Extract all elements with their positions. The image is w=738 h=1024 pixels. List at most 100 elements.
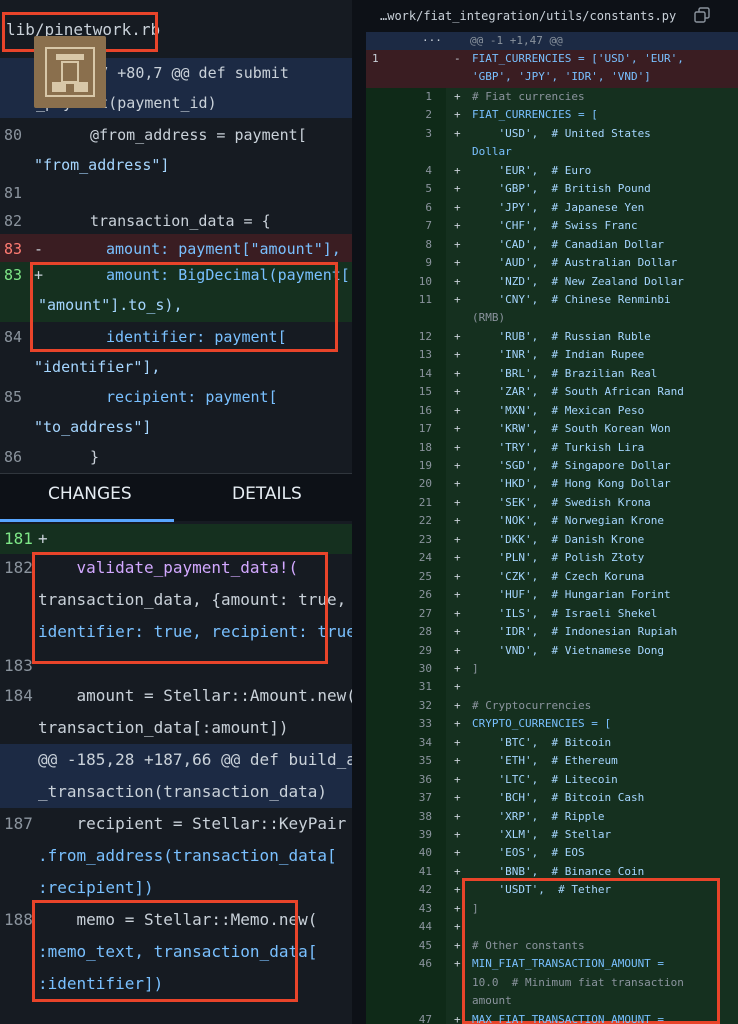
line-number: 7 [425, 219, 432, 233]
added-sign: + [454, 551, 461, 565]
file-header: …work/fiat_integration/utils/constants.p… [366, 0, 738, 32]
code-text: 'HUF', # Hungarian Forint [472, 588, 671, 602]
added-sign: + [454, 772, 461, 786]
code-line: 45 + # Other constants [366, 937, 738, 955]
changes-code-view[interactable]: 181 + 182 validate_payment_data!( transa… [0, 522, 352, 1024]
code-text: Dollar [472, 145, 512, 159]
code-line: 42 + 'USDT', # Tether [366, 881, 738, 899]
line-number: 3 [425, 126, 432, 140]
added-sign: + [454, 680, 461, 694]
code-line: "from_address"] [34, 156, 170, 174]
code-text: # Other constants [472, 938, 585, 952]
code-text: 'EOS', # EOS [472, 846, 585, 860]
added-sign: + [454, 532, 461, 546]
expand-hunk-icon[interactable]: ··· [422, 32, 442, 50]
line-number: 45 [418, 938, 432, 952]
copy-icon[interactable] [694, 7, 710, 23]
code-line: :identifier]) [38, 974, 164, 993]
code-line: 38 + 'XRP', # Ripple [366, 808, 738, 826]
added-sign: + [454, 163, 461, 177]
line-number: 17 [418, 422, 432, 436]
added-sign: + [454, 643, 461, 657]
added-sign: + [454, 735, 461, 749]
code-text: 'DKK', # Danish Krone [472, 532, 645, 546]
line-number: 23 [418, 532, 432, 546]
code-line: transaction_data[:amount]) [38, 718, 289, 737]
line-number: 30 [418, 661, 432, 675]
code-line: 34 + 'BTC', # Bitcoin [366, 734, 738, 752]
code-text: 'HKD', # Hong Kong Dollar [472, 477, 671, 491]
code-text: 'BTC', # Bitcoin [472, 735, 612, 749]
added-sign: + [454, 292, 461, 306]
added-sign: + [454, 182, 461, 196]
file-path[interactable]: …work/fiat_integration/utils/constants.p… [380, 9, 676, 23]
line-number: 18 [418, 440, 432, 454]
line-number: 29 [418, 643, 432, 657]
removed-line: 1 - FIAT_CURRENCIES = ['USD', 'EUR', 'GB… [366, 50, 738, 88]
hunk-header-text: @@ -1 +1,47 @@ [470, 34, 563, 47]
added-sign: + [454, 459, 461, 472]
code-line: "identifier"], [34, 358, 161, 376]
code-line: transaction_data, {amount: true, [38, 590, 347, 609]
code-text: 'BCH', # Bitcoin Cash [472, 791, 645, 805]
code-text: 'ILS', # Israeli Shekel [472, 606, 658, 620]
line-number: 5 [425, 182, 432, 196]
code-line: 26 + 'HUF', # Hungarian Forint [366, 586, 738, 604]
added-sign: + [454, 606, 461, 620]
code-line: 8 + 'CAD', # Canadian Dollar [366, 236, 738, 254]
code-line: :memo_text, transaction_data[ [38, 942, 318, 961]
tab-details[interactable]: DETAILS [232, 484, 302, 504]
code-line: 22 + 'NOK', # Norwegian Krone [366, 512, 738, 530]
added-sign: + [454, 256, 461, 270]
line-number: 47 [418, 1012, 432, 1024]
code-line: 81 [4, 184, 23, 202]
line-number: 28 [418, 625, 432, 639]
added-sign: + [454, 754, 461, 768]
hunk-header: ··· @@ -1 +1,47 @@ [366, 32, 738, 50]
line-number: 31 [418, 680, 432, 694]
line-number: 46 [418, 957, 432, 971]
code-line: 82 transaction_data = { [4, 212, 271, 230]
code-view-pinetwork[interactable]: lib/pinetwork.rb @@ -80,7 +80,7 @@ def s… [0, 0, 352, 473]
added-sign: + [454, 901, 461, 915]
code-line: 23 + 'DKK', # Danish Krone [366, 531, 738, 549]
code-line: 86 } [4, 448, 100, 466]
added-sign: + [454, 200, 461, 214]
code-line: 184 amount = Stellar::Amount.new( [4, 686, 352, 705]
line-number: 41 [418, 864, 432, 878]
code-line: identifier: true, recipient: true}) [38, 622, 352, 641]
tab-changes[interactable]: CHANGES [48, 484, 132, 504]
removed-line: 83 - amount: payment["amount"], [0, 234, 352, 264]
line-number: 36 [418, 772, 432, 786]
added-sign: + [454, 126, 461, 140]
code-text: 'ZAR', # South African Rand [472, 385, 684, 399]
code-line: 32 + # Cryptocurrencies [366, 697, 738, 715]
code-line: 10.0 # Minimum fiat transaction [366, 974, 738, 992]
code-line: .from_address(transaction_data[ [38, 846, 337, 865]
line-number: 43 [418, 901, 432, 915]
added-sign: + [454, 274, 461, 288]
line-number: 2 [425, 108, 432, 122]
added-sign: + [454, 348, 461, 362]
line-number: 8 [425, 237, 432, 251]
code-text: 'TRY', # Turkish Lira [472, 440, 645, 454]
line-number: 33 [418, 717, 432, 731]
line-number: 9 [425, 256, 432, 270]
line-number: 40 [418, 846, 432, 860]
code-line: 43 +] [366, 900, 738, 918]
code-line: 85 recipient: payment[ [4, 388, 278, 406]
added-sign: + [454, 495, 461, 509]
code-line: 84 identifier: payment[ [4, 328, 287, 346]
line-number: 20 [418, 477, 432, 491]
code-text: 'CZK', # Czech Koruna [472, 569, 645, 583]
code-line: 5 + 'GBP', # British Pound [366, 180, 738, 198]
code-line: 2 + FIAT_CURRENCIES = [ [366, 106, 738, 124]
code-line: 41 + 'BNB', # Binance Coin [366, 863, 738, 881]
code-line: 36 + 'LTC', # Litecoin [366, 771, 738, 789]
added-sign: + [454, 569, 461, 583]
right-pane[interactable]: …work/fiat_integration/utils/constants.p… [366, 0, 738, 1024]
code-text: 'CNY', # Chinese Renminbi [472, 292, 671, 306]
left-pane: lib/pinetwork.rb @@ -80,7 +80,7 @@ def s… [0, 0, 352, 1024]
code-line: 18 + 'TRY', # Turkish Lira [366, 439, 738, 457]
added-sign: + [454, 237, 461, 251]
